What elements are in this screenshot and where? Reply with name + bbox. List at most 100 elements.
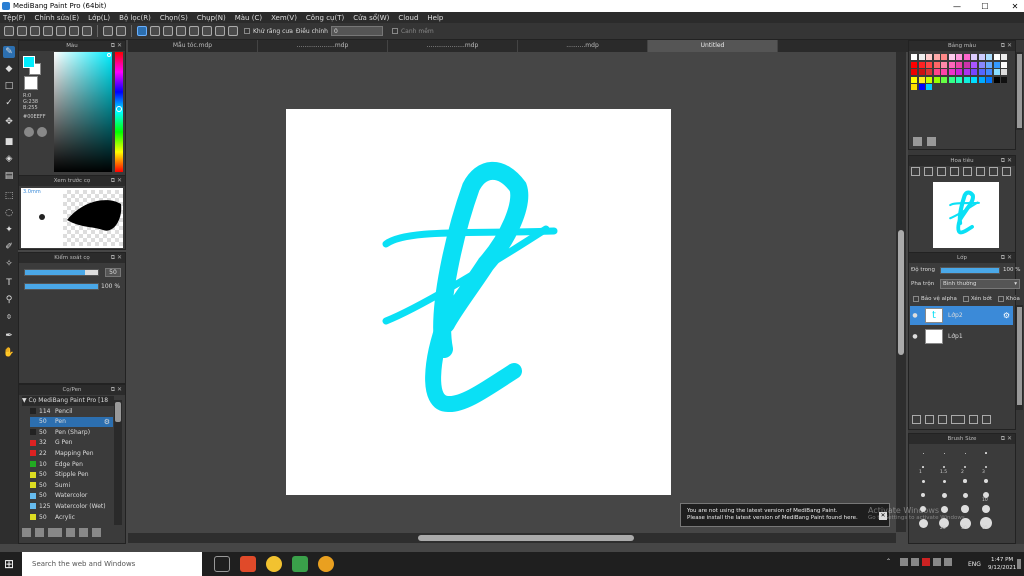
brush-size-option[interactable]	[962, 492, 968, 498]
lock-checkbox[interactable]	[998, 295, 1005, 302]
taskbar-search[interactable]: Search the web and Windows	[22, 552, 202, 576]
snap-off-icon[interactable]	[137, 26, 147, 36]
palette-swatch[interactable]	[971, 61, 977, 68]
hand-tool-icon[interactable]: ✋	[3, 347, 15, 359]
brush-item[interactable]: 32 G Pen	[30, 438, 113, 448]
layer-row[interactable]: ● Lớp1	[910, 327, 1013, 346]
menu-snap[interactable]: Chụp(N)	[197, 14, 226, 22]
brush-size-option[interactable]	[963, 479, 967, 483]
layer-add-menu-icon[interactable]	[951, 415, 965, 424]
bucket-tool-icon[interactable]: ◈	[3, 153, 15, 165]
palette-swatch[interactable]	[911, 54, 917, 60]
palette-swatch[interactable]	[993, 76, 1000, 83]
palette-scrollbar[interactable]	[1016, 52, 1023, 130]
layer-visibility-icon[interactable]: ●	[910, 333, 920, 340]
brush-add-icon[interactable]	[35, 528, 44, 537]
tray-chevron-icon[interactable]: ⌃	[886, 558, 891, 565]
palette-scroll-thumb[interactable]	[1017, 54, 1022, 128]
palette-swatch[interactable]	[963, 69, 970, 75]
cross-snap-icon[interactable]	[163, 26, 173, 36]
close-button[interactable]: ✕	[1008, 0, 1022, 12]
layer-duplicate-icon[interactable]	[982, 415, 991, 424]
panel-close-icon[interactable]: ⧉ ✕	[1001, 434, 1012, 444]
palette-swatch[interactable]	[963, 54, 970, 60]
cloud-icon[interactable]	[4, 26, 14, 36]
brush-item[interactable]: 114 Pencil	[30, 406, 113, 416]
palette-swatch[interactable]	[933, 69, 940, 75]
eyedropper-tool-icon[interactable]: ⌽	[3, 311, 15, 323]
drawing-canvas[interactable]	[286, 109, 671, 495]
menu-window[interactable]: Cửa sổ(W)	[353, 14, 389, 22]
palette-delete-icon[interactable]	[927, 137, 936, 146]
transparent-color-swatch[interactable]	[24, 76, 38, 90]
hue-slider[interactable]	[115, 52, 123, 172]
palette-swatch[interactable]	[956, 69, 962, 75]
canvas-horizontal-scrollbar[interactable]	[128, 533, 896, 543]
brush-size-option[interactable]	[941, 492, 947, 498]
menu-color[interactable]: Màu (C)	[235, 14, 262, 22]
update-notification[interactable]: You are not using the latest version of …	[680, 503, 890, 527]
tray-antivirus-icon[interactable]	[922, 558, 930, 566]
palette-swatch[interactable]	[978, 54, 985, 60]
brush-list-scrollbar[interactable]	[114, 400, 122, 525]
panel-close-icon[interactable]: ⧉ ✕	[1001, 41, 1012, 51]
zoom-out-icon[interactable]	[924, 167, 933, 176]
select-eraser-tool-icon[interactable]: ✧	[3, 258, 15, 270]
brush-upload-icon[interactable]	[22, 528, 31, 537]
brush-size-option[interactable]	[922, 466, 924, 468]
brush-item[interactable]: 10 Edge Pen	[30, 459, 113, 469]
palette-swatch[interactable]	[918, 61, 925, 68]
radial-snap-icon[interactable]	[189, 26, 199, 36]
menu-layer[interactable]: Lớp(L)	[88, 14, 110, 22]
tab-untitled[interactable]: Untitled	[648, 40, 778, 52]
palette-swatch[interactable]	[948, 69, 955, 75]
tray-app-icon[interactable]	[900, 558, 908, 566]
new-halftone-layer-icon[interactable]	[925, 415, 934, 424]
layer-scroll-thumb[interactable]	[1017, 307, 1022, 405]
menu-tools[interactable]: Công cụ(T)	[306, 14, 344, 22]
new-layer-icon[interactable]	[912, 415, 921, 424]
zoom-in-icon[interactable]	[911, 167, 920, 176]
zoom-reset-icon[interactable]	[950, 167, 959, 176]
palette-swatch[interactable]	[986, 54, 992, 60]
parallel-snap-icon[interactable]	[150, 26, 160, 36]
clipping-checkbox[interactable]	[962, 295, 969, 302]
brush-size-option[interactable]	[942, 479, 946, 483]
palette-swatch[interactable]	[941, 76, 947, 83]
canvas-vertical-scrollbar[interactable]	[896, 52, 906, 532]
brush-size-option[interactable]	[985, 452, 987, 454]
palette-swatch[interactable]	[956, 61, 962, 68]
vanishing-snap-icon[interactable]	[176, 26, 186, 36]
saturation-value-picker[interactable]	[54, 52, 112, 172]
language-indicator[interactable]: ENG	[968, 561, 981, 568]
palette-swatch[interactable]	[941, 61, 947, 68]
menu-edit[interactable]: Chỉnh sửa(E)	[35, 14, 80, 22]
brush-size-slider[interactable]	[24, 269, 99, 276]
panel-icon[interactable]	[82, 26, 92, 36]
brush-duplicate-icon[interactable]	[92, 528, 101, 537]
tab-doc-1[interactable]: Mẫu tóc.mdp	[128, 40, 258, 52]
task-view-icon[interactable]	[214, 556, 230, 572]
palette-swatch[interactable]	[911, 76, 917, 83]
check-tool-icon[interactable]: ✓	[3, 97, 15, 109]
palette-swatch[interactable]	[926, 84, 932, 90]
fit-icon[interactable]	[937, 167, 946, 176]
medibang-app-icon[interactable]	[240, 556, 256, 572]
palette-swatch[interactable]	[918, 84, 925, 90]
panel-close-icon[interactable]: ⧉ ✕	[1001, 156, 1012, 166]
brush-settings-icon[interactable]: ⚙	[104, 418, 110, 426]
palette-swatch[interactable]	[926, 61, 932, 68]
palette-swatch[interactable]	[911, 84, 917, 90]
brush-item[interactable]: 50 Acrylic	[30, 512, 113, 522]
brush-size-option[interactable]	[943, 452, 945, 454]
palette-swatch[interactable]	[986, 61, 992, 68]
brush-size-option[interactable]	[921, 479, 925, 483]
palette-swatch[interactable]	[918, 54, 925, 60]
palette-swatch[interactable]	[933, 61, 940, 68]
pen-app-icon[interactable]	[292, 556, 308, 572]
browser-icon[interactable]	[318, 556, 334, 572]
brush-tool-icon[interactable]: ✎	[3, 46, 15, 58]
new-file-icon[interactable]	[17, 26, 27, 36]
layer-row[interactable]: ● t Lớp2 ⚙	[910, 306, 1013, 325]
sv-cursor[interactable]	[107, 53, 111, 57]
